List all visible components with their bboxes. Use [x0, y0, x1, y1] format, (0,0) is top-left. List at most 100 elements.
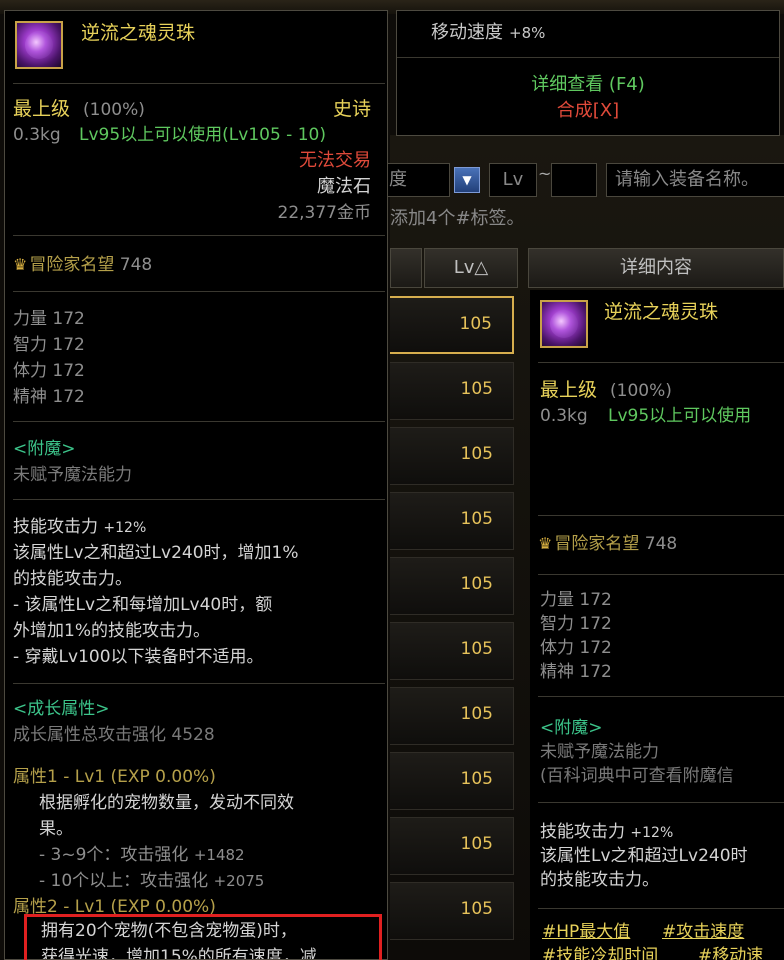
skill-label: 技能攻击力: [540, 822, 625, 842]
stat-name: 智力: [540, 614, 574, 634]
item-tooltip: 逆流之魂灵珠 最上级 (100%) 史诗 0.3kg Lv95以上可以使用(Lv…: [4, 10, 388, 960]
item-type: 魔法石: [317, 176, 371, 197]
list-item[interactable]: 105: [390, 687, 514, 745]
divider: [13, 235, 385, 236]
item-name-placeholder: 请输入装备名称。: [615, 169, 759, 190]
enchant-text: 未赋予魔法能力: [13, 465, 132, 485]
detail-grade-pct: (100%): [610, 381, 672, 401]
move-speed-row: 移动速度 +8%: [397, 11, 779, 58]
crown-icon: ♛: [13, 255, 28, 274]
stat-vit: 体力 172: [13, 361, 85, 381]
list-item[interactable]: 105: [390, 557, 514, 615]
fame-label: 冒险家名望: [29, 255, 115, 275]
list-item-level: 105: [460, 704, 493, 724]
growth-total-label: 成长属性总攻击强化: [13, 725, 166, 745]
divider: [13, 291, 385, 292]
skill-label: 技能攻击力: [13, 517, 98, 537]
stat-value: 172: [579, 590, 612, 610]
attr1-title: 属性1 - Lv1 (EXP 0.00%): [13, 767, 216, 787]
skill-line6: - 穿戴Lv100以下装备时不适用。: [13, 647, 264, 667]
detail-grade: 最上级: [540, 379, 598, 401]
column-header-detail: 详细内容: [528, 248, 784, 288]
stat-value: 172: [579, 638, 612, 658]
skill-line2: 该属性Lv之和超过Lv240时，增加1%: [13, 543, 299, 563]
stat-value: 172: [579, 662, 612, 682]
move-speed-label: 移动速度: [431, 22, 503, 43]
detail-skill-line3: 的技能攻击力。: [540, 870, 659, 890]
detail-item-name: 逆流之魂灵珠: [604, 301, 719, 323]
list-item[interactable]: 105: [390, 882, 514, 940]
list-item-level: 105: [460, 379, 493, 399]
item-orb-icon: [540, 300, 588, 348]
tag-attack-speed[interactable]: #攻击速度: [662, 922, 744, 942]
stat-name: 智力: [13, 335, 47, 355]
lv-max-input[interactable]: [551, 163, 597, 197]
list-item-level: 105: [459, 314, 492, 334]
list-item-level: 105: [460, 574, 493, 594]
column-header-lv[interactable]: Lv△: [424, 248, 518, 288]
column-header-name[interactable]: [390, 248, 422, 288]
stat-name: 力量: [13, 309, 47, 329]
detail-stat-vit: 体力 172: [540, 638, 612, 658]
stat-name: 力量: [540, 590, 574, 610]
stat-int: 智力 172: [13, 335, 85, 355]
stat-value: 172: [52, 361, 85, 381]
detail-panel: 逆流之魂灵珠 最上级 (100%) 0.3kg Lv95以上可以使用 ♛ 冒险家名…: [530, 290, 784, 960]
synthesize-button[interactable]: 合成[X]: [397, 96, 779, 122]
item-rarity: 史诗: [332, 98, 371, 120]
skill-line3: 的技能攻击力。: [13, 569, 132, 589]
divider: [538, 574, 784, 575]
bonus-label: - 3~9个：攻击强化: [39, 845, 189, 865]
list-item[interactable]: 105: [390, 427, 514, 485]
list-item-level: 105: [460, 509, 493, 529]
tag-skill-cooldown[interactable]: #技能冷却时间: [542, 946, 658, 960]
stat-value: 172: [52, 335, 85, 355]
list-item[interactable]: 105: [390, 492, 514, 550]
divider: [13, 83, 385, 84]
dropdown-arrow-icon[interactable]: ▼: [454, 167, 480, 193]
skill-line4: - 该属性Lv之和每增加Lv40时，额: [13, 595, 273, 615]
item-trade-status: 无法交易: [299, 150, 371, 171]
stat-name: 体力: [540, 638, 574, 658]
tags-hint: 添加4个#标签。: [390, 208, 525, 229]
list-item[interactable]: 105: [390, 622, 514, 680]
list-item-level: 105: [460, 899, 493, 919]
list-item[interactable]: 105: [390, 362, 514, 420]
item-name-search-input[interactable]: 请输入装备名称。: [606, 163, 784, 197]
skill-line1: 技能攻击力 +12%: [13, 517, 146, 538]
detail-level-req: Lv95以上可以使用: [608, 406, 752, 426]
item-grade: 最上级: [13, 98, 71, 120]
divider: [538, 802, 784, 803]
item-name: 逆流之魂灵珠: [81, 22, 196, 44]
detail-stat-str: 力量 172: [540, 590, 612, 610]
fame-row: ♛ 冒险家名望 748: [13, 255, 152, 275]
list-item[interactable]: 105: [390, 752, 514, 810]
list-item-level: 105: [460, 639, 493, 659]
attr1-desc1: 根据孵化的宠物数量，发动不同效: [39, 793, 294, 813]
growth-title: <成长属性>: [13, 699, 110, 719]
list-item[interactable]: 105: [390, 296, 514, 354]
detail-weight: 0.3kg: [540, 406, 588, 426]
item-orb-icon: [15, 21, 63, 69]
detail-fame-value: 748: [644, 534, 678, 554]
list-item-level: 105: [460, 834, 493, 854]
skill-value: +12%: [630, 825, 674, 841]
category-select[interactable]: 度: [384, 163, 450, 197]
list-item-level: 105: [460, 769, 493, 789]
lv-label: Lv: [502, 169, 524, 190]
fame-value: 748: [119, 255, 153, 275]
detail-enchant-text: 未赋予魔法能力: [540, 742, 659, 762]
divider: [538, 362, 784, 363]
detail-stat-spi: 精神 172: [540, 662, 612, 682]
detail-skill-line1: 技能攻击力 +12%: [540, 822, 673, 843]
detail-view-button[interactable]: 详细查看 (F4): [397, 70, 779, 96]
attr1-desc2: 果。: [39, 819, 73, 839]
move-speed-value: +8%: [509, 24, 546, 42]
list-item[interactable]: 105: [390, 817, 514, 875]
tag-hp-max[interactable]: #HP最大值: [542, 922, 630, 942]
category-select-value: 度: [389, 169, 407, 190]
stat-spi: 精神 172: [13, 387, 85, 407]
detail-fame-label: 冒险家名望: [554, 534, 640, 554]
tag-move-speed[interactable]: #移动速: [698, 946, 763, 960]
item-grade-pct: (100%): [83, 100, 145, 120]
